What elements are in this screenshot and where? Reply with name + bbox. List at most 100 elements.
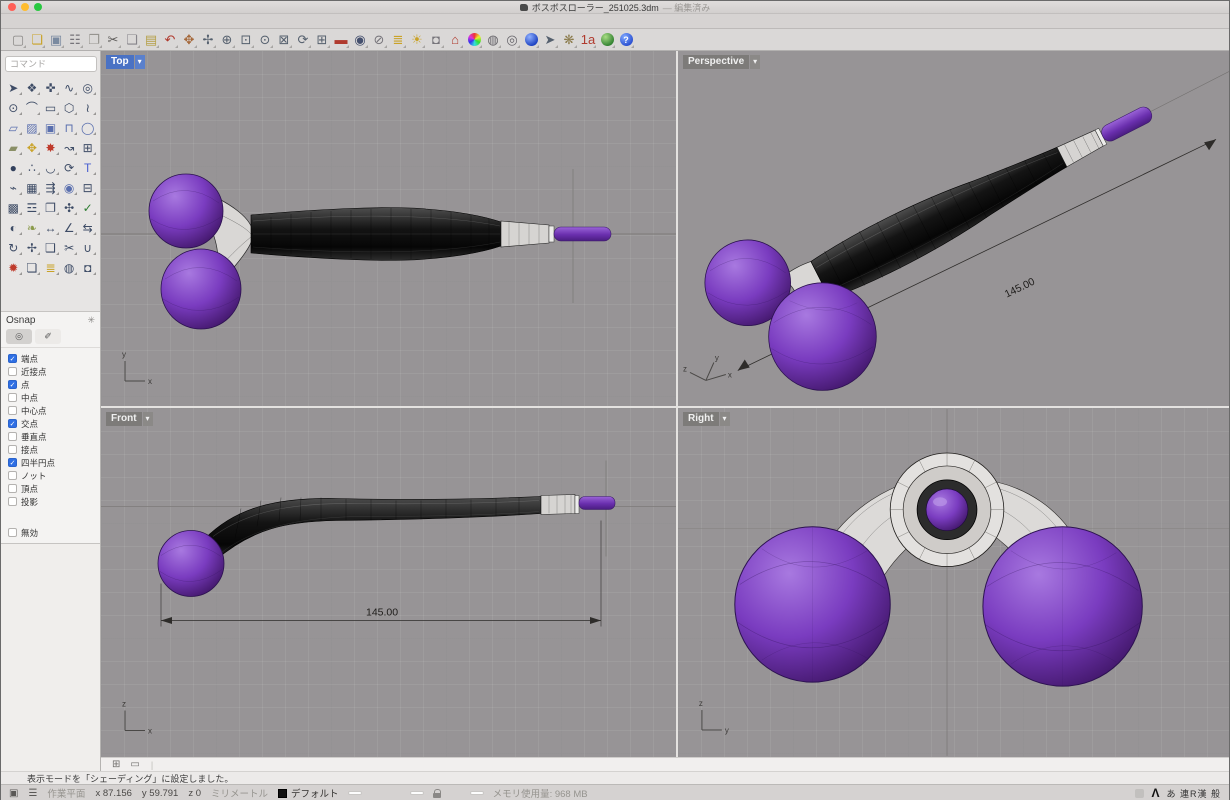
select-tool[interactable]: ➤: [4, 78, 23, 97]
pane-layout-icon[interactable]: ⊞: [107, 759, 125, 770]
blend-tool[interactable]: ◡: [41, 158, 60, 177]
model-ball[interactable]: [158, 531, 224, 597]
osnap-disable-checkbox[interactable]: 無効: [1, 530, 100, 543]
osnap-snaps-tab[interactable]: ◎: [6, 329, 32, 344]
status-menu-icon[interactable]: ☰: [28, 788, 37, 799]
bend-tool[interactable]: ↝: [60, 138, 79, 157]
cylinder-tool[interactable]: ⊓: [60, 118, 79, 137]
loft-tool[interactable]: ▨: [23, 118, 42, 137]
model-handle[interactable]: [205, 495, 615, 561]
rectangle-tool[interactable]: ▭: [41, 98, 60, 117]
right-view-canvas[interactable]: y z: [678, 408, 1229, 757]
save-icon[interactable]: ▣: [47, 31, 65, 49]
gumball-toggle[interactable]: [411, 792, 423, 794]
mirror-tool[interactable]: ⇆: [78, 218, 97, 237]
window-panel-icon[interactable]: ▣: [9, 788, 18, 799]
lightbulb-icon[interactable]: ☀: [408, 31, 426, 49]
curve-tool[interactable]: ∿: [60, 78, 79, 97]
zoom-window-icon[interactable]: ⊡: [237, 31, 255, 49]
annotation-icon[interactable]: 1a: [579, 31, 597, 49]
array-tool[interactable]: ⊞: [78, 138, 97, 157]
undo-icon[interactable]: ↶: [161, 31, 179, 49]
osnap-mid[interactable]: 中点: [1, 391, 100, 404]
shaded-view-icon[interactable]: ◉: [351, 31, 369, 49]
move-tool[interactable]: ✢: [23, 238, 42, 257]
connect-tool[interactable]: ⌁: [4, 178, 23, 197]
angle-tool[interactable]: ∠: [60, 218, 79, 237]
ghosted-globe-icon[interactable]: ◎: [503, 31, 521, 49]
twist-tool[interactable]: ⟳: [60, 158, 79, 177]
viewport-label-front[interactable]: Front ▾: [106, 412, 153, 426]
boolean-tool[interactable]: ●: [4, 158, 23, 177]
osnap-quad[interactable]: 四半円点: [1, 456, 100, 469]
box-tool[interactable]: ▣: [41, 118, 60, 137]
surface-tool[interactable]: ▱: [4, 118, 23, 137]
chevron-down-icon[interactable]: ▾: [720, 412, 730, 426]
flow-tool[interactable]: ⇶: [41, 178, 60, 197]
layers-icon[interactable]: ≣: [389, 31, 407, 49]
osnap-knot[interactable]: ノット: [1, 469, 100, 482]
viewport-label-right[interactable]: Right ▾: [683, 412, 730, 426]
paste-params-tool[interactable]: ❐: [41, 198, 60, 217]
text-tool[interactable]: T: [78, 158, 97, 177]
rendered-sphere-icon[interactable]: [522, 31, 540, 49]
copy-object-tool[interactable]: ❑: [41, 238, 60, 257]
units-label[interactable]: ミリメートル: [211, 786, 268, 800]
hide-object-icon[interactable]: ⊘: [370, 31, 388, 49]
table-tool[interactable]: ⊟: [78, 178, 97, 197]
help-icon[interactable]: ?: [617, 31, 635, 49]
osnap-int[interactable]: 交点: [1, 417, 100, 430]
top-view-canvas[interactable]: x y: [101, 51, 676, 406]
trim-tool[interactable]: ✂: [60, 238, 79, 257]
visibility-tool[interactable]: ◍: [60, 258, 79, 277]
gears-icon[interactable]: ❋: [560, 31, 578, 49]
chevron-down-icon[interactable]: ▾: [135, 55, 145, 69]
leaf-tool[interactable]: ❧: [23, 218, 42, 237]
offset-tool[interactable]: ✥: [23, 138, 42, 157]
viewport-label-perspective[interactable]: Perspective ▾: [683, 55, 760, 69]
pan-icon[interactable]: ✥: [180, 31, 198, 49]
lock-object-icon[interactable]: ◘: [427, 31, 445, 49]
viewport-front[interactable]: Front ▾: [101, 408, 676, 757]
wireframe-globe-icon[interactable]: ◍: [484, 31, 502, 49]
open-file-icon[interactable]: ❏: [28, 31, 46, 49]
command-input[interactable]: [5, 56, 97, 72]
gear-icon[interactable]: ✳: [87, 315, 95, 326]
model-ball[interactable]: [983, 527, 1142, 686]
polygon-tool[interactable]: ⬡: [60, 98, 79, 117]
osnap-end[interactable]: 端点: [1, 352, 100, 365]
model-ball[interactable]: [735, 527, 890, 682]
point-cloud-tool[interactable]: ∴: [23, 158, 42, 177]
export-icon[interactable]: ❐: [85, 31, 103, 49]
align-tool[interactable]: ✣: [60, 198, 79, 217]
model-ball[interactable]: [149, 174, 223, 248]
arc-tool[interactable]: ⌒: [23, 98, 42, 117]
zoom-extents-icon[interactable]: ⊠: [275, 31, 293, 49]
explode-tool[interactable]: ✹: [4, 258, 23, 277]
zoom-selected-icon[interactable]: ⊙: [256, 31, 274, 49]
perspective-view-canvas[interactable]: 145.00: [678, 51, 1229, 406]
print-icon[interactable]: ☷: [66, 31, 84, 49]
viewport-right[interactable]: Right ▾: [678, 408, 1229, 757]
model-handle-section[interactable]: [890, 453, 1004, 567]
ime-status[interactable]: あ 連R漢 般: [1166, 787, 1221, 800]
gumball-tool[interactable]: ◉: [60, 178, 79, 197]
join-tool[interactable]: ∪: [78, 238, 97, 257]
viewport-perspective[interactable]: Perspective ▾ 145.00: [678, 51, 1229, 406]
display-mode-icon[interactable]: ▬: [332, 31, 350, 49]
lock-tool[interactable]: ◘: [78, 258, 97, 277]
freeform-curve-tool[interactable]: ≀: [78, 98, 97, 117]
fillet-tool[interactable]: ✸: [41, 138, 60, 157]
hatch-tool[interactable]: ◐: [4, 218, 23, 237]
group-tool[interactable]: ❏: [23, 258, 42, 277]
new-viewport-icon[interactable]: ▭: [125, 759, 144, 770]
chevron-down-icon[interactable]: ▾: [143, 412, 153, 426]
rotate-tool[interactable]: ↻: [4, 238, 23, 257]
osnap-tan[interactable]: 接点: [1, 443, 100, 456]
front-view-canvas[interactable]: 145.00 x z: [101, 408, 676, 757]
new-file-icon[interactable]: ▢: [9, 31, 27, 49]
cut-icon[interactable]: ✂: [104, 31, 122, 49]
osnap-vertex[interactable]: 頂点: [1, 482, 100, 495]
grid-tool[interactable]: ▦: [23, 178, 42, 197]
hat-icon[interactable]: ⌂: [446, 31, 464, 49]
